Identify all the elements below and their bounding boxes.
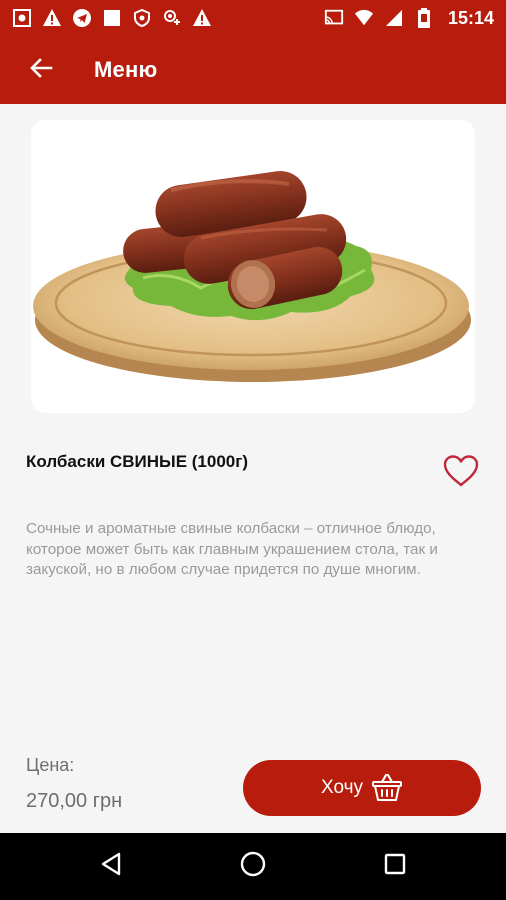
nav-home-button[interactable] — [231, 845, 275, 889]
square-icon — [102, 8, 122, 28]
status-left-icons — [12, 8, 212, 28]
heart-outline-icon — [442, 455, 480, 492]
wifi-icon — [354, 8, 374, 28]
signal-icon — [384, 8, 404, 28]
price-value: 270,00 грн — [26, 790, 123, 812]
product-name: Колбаски СВИНЫЕ (1000г) — [26, 452, 248, 471]
status-right-icons: 15:14 — [324, 8, 494, 29]
telegram-icon — [72, 8, 92, 28]
product-image — [31, 120, 475, 413]
shield-icon — [132, 8, 152, 28]
status-bar: 15:14 — [0, 0, 506, 36]
want-button[interactable]: Хочу — [243, 760, 481, 816]
favorite-button[interactable] — [442, 454, 480, 490]
back-triangle-icon — [100, 852, 122, 881]
nav-back-button[interactable] — [89, 845, 133, 889]
cast-users-icon — [162, 8, 182, 28]
price-label: Цена: — [26, 755, 75, 775]
cast-icon — [324, 8, 344, 28]
warning-icon — [42, 8, 62, 28]
basket-icon — [371, 773, 403, 803]
want-button-label: Хочу — [320, 777, 363, 798]
screenshot-icon — [12, 8, 32, 28]
product-description: Сочные и ароматные свиные колбаски – отл… — [26, 520, 438, 578]
back-button[interactable] — [26, 55, 56, 85]
status-time: 15:14 — [447, 7, 494, 28]
nav-recents-button[interactable] — [373, 845, 417, 889]
battery-icon — [414, 8, 434, 28]
recents-square-icon — [383, 852, 407, 881]
navigation-bar — [0, 833, 506, 900]
home-circle-icon — [239, 850, 267, 883]
arrow-left-icon — [29, 56, 53, 85]
page-title: Меню — [94, 57, 158, 82]
warning-icon — [192, 8, 212, 28]
app-bar: Меню — [0, 36, 506, 104]
